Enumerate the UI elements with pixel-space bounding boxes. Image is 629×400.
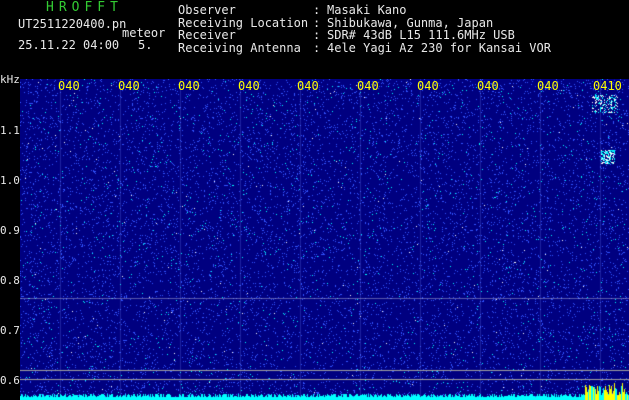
info-row-observer: Observer: Masaki Kano — [178, 3, 407, 17]
x-tick-label: 040 — [238, 79, 260, 93]
header-panel: HROFFT UT2511220400.pn meteor 25.11.22 0… — [0, 0, 629, 74]
meteor-count: 5. — [138, 38, 153, 52]
x-tick-label: 0410 — [593, 79, 622, 93]
spectrogram-plot — [20, 79, 629, 400]
datetime-stamp: 25.11.22 04:00 — [18, 38, 120, 52]
x-tick-label: 040 — [417, 79, 439, 93]
brand-title: HROFFT — [46, 0, 123, 15]
y-tick-label: 1.1 — [0, 124, 20, 137]
file-name: UT2511220400.pn — [18, 17, 127, 31]
station-info: Observer: Masaki Kano Receiving Location:… — [178, 4, 551, 54]
x-tick-label: 040 — [58, 79, 80, 93]
x-tick-label: 040 — [297, 79, 319, 93]
x-tick-label: 040 — [178, 79, 200, 93]
y-axis-unit: kHz — [0, 73, 20, 86]
y-tick-label: 0.8 — [0, 274, 20, 287]
info-row-receiver: Receiver: SDR# 43dB L15 111.6MHz USB — [178, 28, 515, 42]
y-tick-label: 0.7 — [0, 324, 20, 337]
x-tick-label: 040 — [118, 79, 140, 93]
y-tick-label: 1.0 — [0, 174, 20, 187]
y-tick-label: 0.6 — [0, 374, 20, 387]
x-tick-label: 040 — [477, 79, 499, 93]
info-row-antenna: Receiving Antenna:4ele Yagi Az 230 for K… — [178, 40, 551, 55]
x-tick-label: 040 — [537, 79, 559, 93]
y-tick-label: 0.9 — [0, 224, 20, 237]
x-tick-label: 040 — [357, 79, 379, 93]
